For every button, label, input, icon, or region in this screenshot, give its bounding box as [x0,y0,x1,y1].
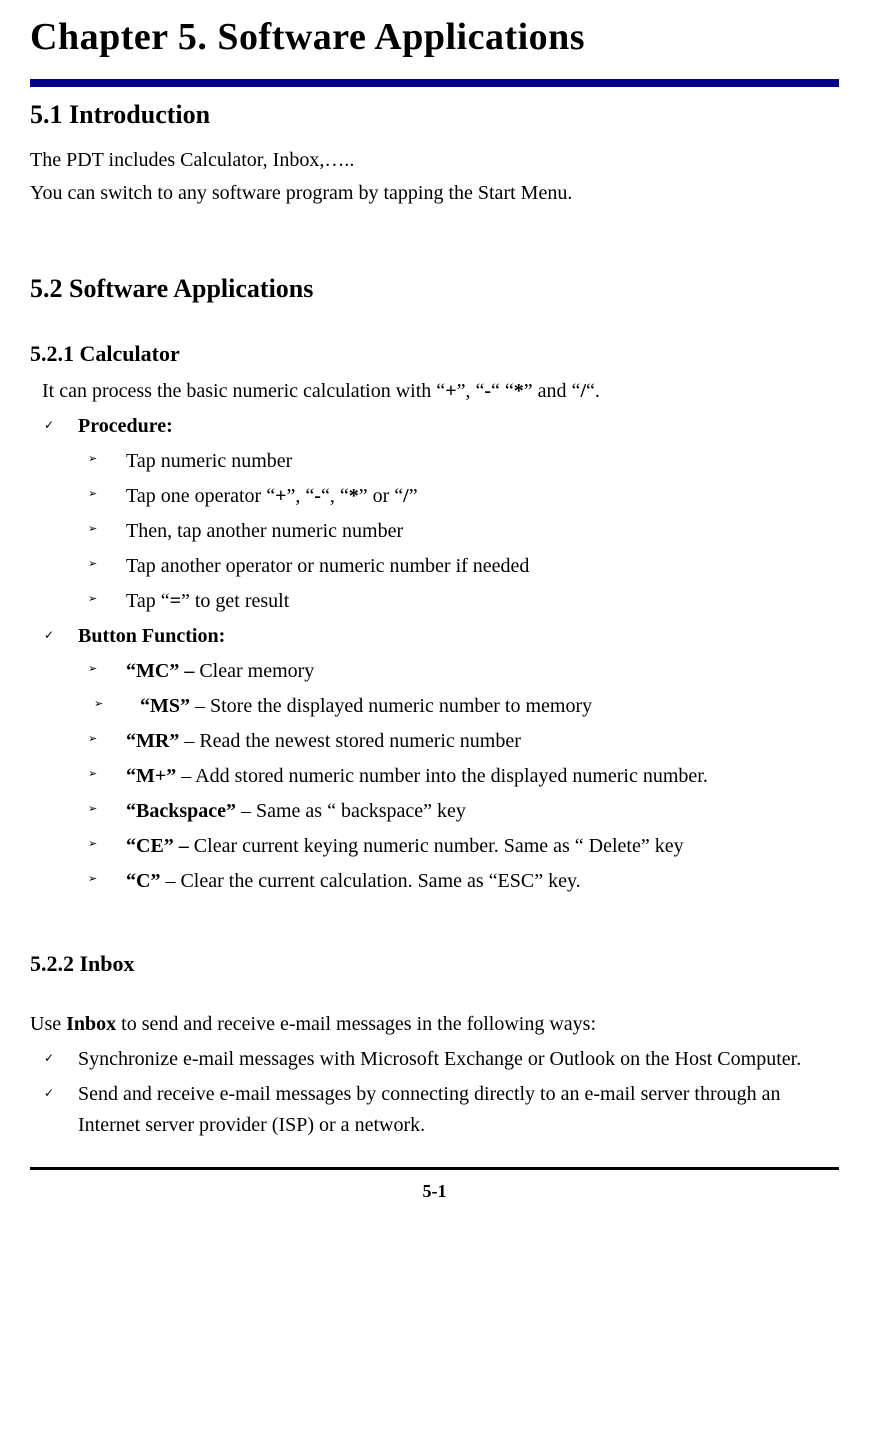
calc-intro-star: * [514,380,524,402]
button-function-heading: Button Function: “MC” – Clear memory “MS… [30,621,839,897]
procedure-step-3: Then, tap another numeric number [30,516,839,547]
button-function-label: Button Function: [78,625,225,647]
intro-paragraph-1: The PDT includes Calculator, Inbox,….. [30,145,839,176]
title-rule [30,79,839,87]
button-mplus-desc: – Add stored numeric number into the dis… [176,765,708,787]
button-backspace-label: “Backspace” [126,800,236,822]
section-5-1-heading: 5.1 Introduction [30,95,839,135]
step5-text-a: Tap “ [126,590,170,612]
section-5-2-heading: 5.2 Software Applications [30,269,839,309]
chapter-title: Chapter 5.Software Applications [30,8,839,67]
intro-paragraph-2: You can switch to any software program b… [30,178,839,209]
button-ce-label: “CE” – [126,835,194,857]
procedure-step-4: Tap another operator or numeric number i… [30,551,839,582]
button-ms: “MS” – Store the displayed numeric numbe… [30,691,839,722]
button-function-list: “MC” – Clear memory “MS” – Store the dis… [30,656,839,897]
procedure-step-5: Tap “=” to get result [30,586,839,617]
button-mplus-label: “M+” [126,765,176,787]
step5-text-b: ” to get result [181,590,289,612]
button-backspace: “Backspace” – Same as “ backspace” key [30,796,839,827]
button-mc-label: “MC” – [126,660,199,682]
inbox-item-direct: Send and receive e-mail messages by conn… [30,1079,839,1141]
procedure-label: Procedure: [78,415,173,437]
chapter-name: Software Applications [217,16,585,58]
step2-text-e: ” [409,485,418,507]
button-ce: “CE” – Clear current keying numeric numb… [30,831,839,862]
button-mc-desc: Clear memory [199,660,314,682]
button-mr-desc: – Read the newest stored numeric number [179,730,521,752]
step2-text-b: ”, “ [287,485,315,507]
calculator-top-list: Procedure: Tap numeric number Tap one op… [30,411,839,897]
step2-plus: + [275,485,286,507]
section-5-2-1-heading: 5.2.1 Calculator [30,337,839,371]
step2-minus: - [314,485,321,507]
button-ce-desc: Clear current keying numeric number. Sam… [194,835,684,857]
button-backspace-desc: – Same as “ backspace” key [236,800,466,822]
inbox-item-sync: Synchronize e-mail messages with Microso… [30,1044,839,1075]
page-number: 5-1 [30,1178,839,1206]
step2-text-a: Tap one operator “ [126,485,275,507]
section-5-2-2-heading: 5.2.2 Inbox [30,947,839,981]
step2-text-c: “, “ [321,485,349,507]
button-ms-desc: – Store the displayed numeric number to … [190,695,592,717]
step2-text-d: ” or “ [359,485,403,507]
button-mr-label: “MR” [126,730,179,752]
button-mr: “MR” – Read the newest stored numeric nu… [30,726,839,757]
step2-star: * [349,485,359,507]
calc-intro-plus: + [445,380,456,402]
button-c-desc: – Clear the current calculation. Same as… [160,870,580,892]
chapter-prefix: Chapter 5. [30,16,217,58]
button-c-label: “C” [126,870,160,892]
procedure-steps: Tap numeric number Tap one operator “+”,… [30,446,839,617]
inbox-intro-b: to send and receive e-mail messages in t… [116,1013,596,1035]
footer-rule [30,1167,839,1170]
calc-intro-text-a: It can process the basic numeric calcula… [42,380,445,402]
calc-intro-text-c: “ “ [491,380,514,402]
calculator-intro: It can process the basic numeric calcula… [42,376,839,407]
button-mplus: “M+” – Add stored numeric number into th… [30,761,839,792]
procedure-step-2: Tap one operator “+”, “-“, “*” or “/” [30,481,839,512]
calc-intro-text-e: “. [586,380,600,402]
procedure-step-1: Tap numeric number [30,446,839,477]
inbox-intro: Use Inbox to send and receive e-mail mes… [30,1009,839,1040]
calc-intro-text-d: ” and “ [524,380,581,402]
inbox-list: Synchronize e-mail messages with Microso… [30,1044,839,1141]
button-c: “C” – Clear the current calculation. Sam… [30,866,839,897]
calc-intro-text-b: ”, “ [457,380,485,402]
button-mc: “MC” – Clear memory [30,656,839,687]
inbox-intro-a: Use [30,1013,66,1035]
inbox-intro-bold: Inbox [66,1013,116,1035]
procedure-heading: Procedure: Tap numeric number Tap one op… [30,411,839,617]
step5-eq: = [170,590,181,612]
button-ms-label: “MS” [126,695,190,717]
